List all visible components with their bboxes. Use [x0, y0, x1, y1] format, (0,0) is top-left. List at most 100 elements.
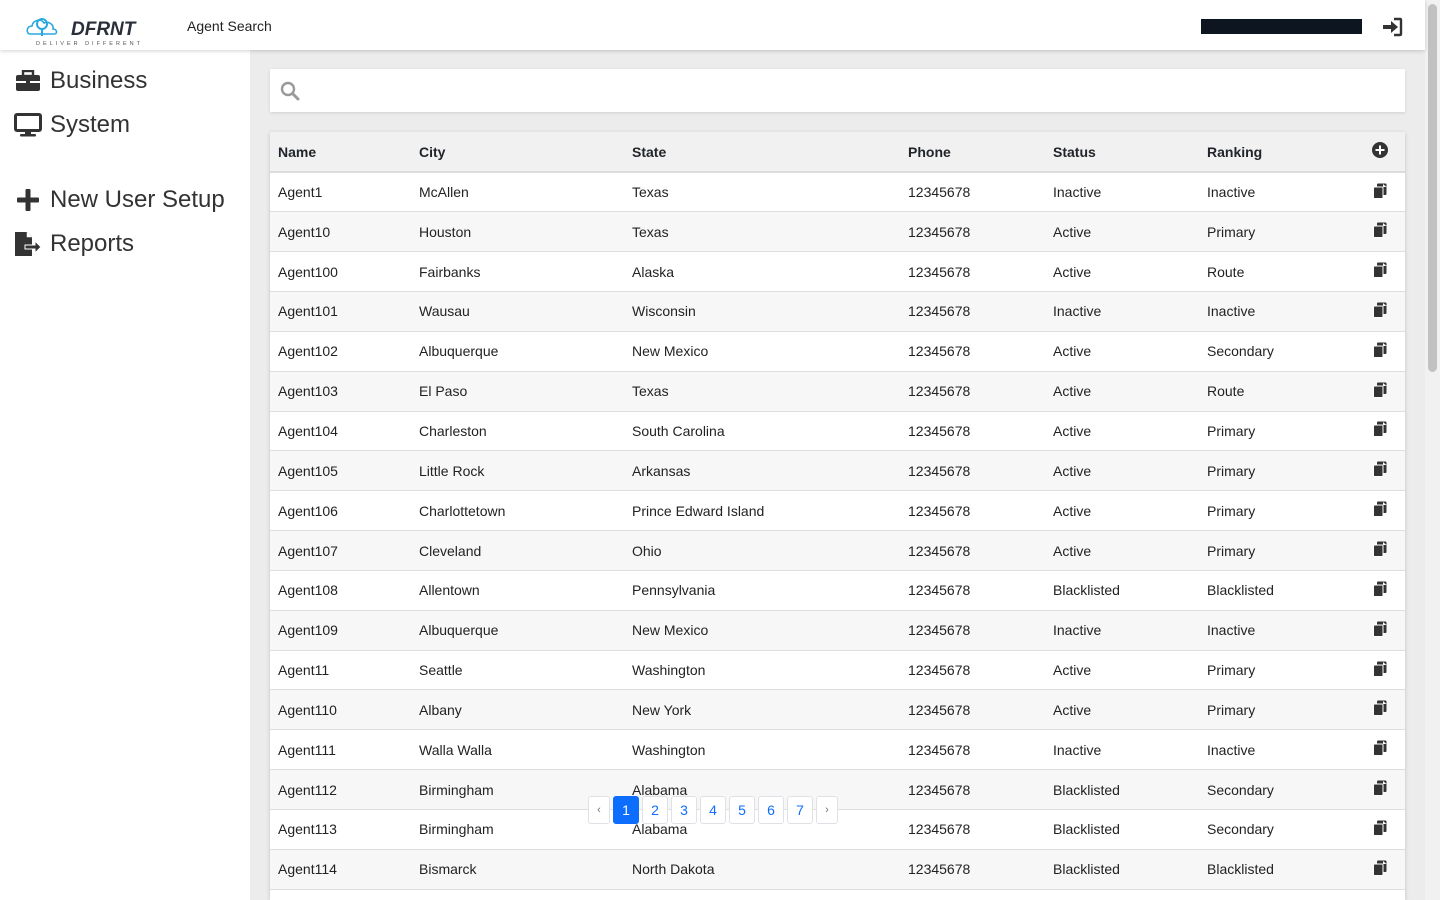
column-header-state[interactable]: State — [624, 132, 900, 173]
dfrnt-logo-icon: DFRNT DELIVER DIFFERENT — [26, 18, 140, 47]
add-agent-button[interactable] — [1372, 142, 1388, 161]
sidebar-item-reports[interactable]: Reports — [14, 230, 134, 258]
table-row[interactable]: Agent109 Albuquerque New Mexico 12345678 Ina… — [270, 610, 1405, 651]
cell-name: Agent100 — [270, 251, 411, 293]
cell-city: El Paso — [411, 371, 624, 412]
table-row[interactable]: Agent102 Albuquerque New Mexico 12345678 Act… — [270, 331, 1405, 372]
cell-ranking: Primary — [1199, 689, 1355, 731]
table-row[interactable]: Agent101 Wausau Wisconsin 12345678 Inactive I… — [270, 291, 1405, 332]
table-row[interactable]: Agent114 Bismarck North Dakota 12345678 Blac… — [270, 849, 1405, 890]
copy-agent-button[interactable] — [1373, 501, 1387, 520]
pagination-page-5[interactable]: 5 — [729, 796, 755, 824]
pagination-prev-button[interactable]: ‹ — [588, 796, 610, 824]
table-row[interactable]: Agent110 Albany New York 12345678 Active Prim… — [270, 689, 1405, 731]
cell-phone: 12345678 — [900, 570, 1045, 611]
column-header-city[interactable]: City — [411, 132, 624, 173]
table-row[interactable]: Agent108 Allentown Pennsylvania 12345678 Bla… — [270, 570, 1405, 611]
logout-button[interactable] — [1381, 16, 1403, 38]
table-row[interactable]: Agent105 Little Rock Arkansas 12345678 Activ… — [270, 450, 1405, 492]
copy-agent-button[interactable] — [1373, 183, 1387, 202]
cell-state: Texas — [624, 371, 900, 412]
copy-agent-button[interactable] — [1373, 780, 1387, 799]
cell-ranking: Route — [1199, 251, 1355, 293]
copy-agent-button[interactable] — [1373, 382, 1387, 401]
table-row[interactable]: Agent104 Charleston South Carolina 12345678… — [270, 411, 1405, 452]
cell-actions — [1355, 610, 1405, 651]
cell-phone: 12345678 — [900, 211, 1045, 253]
cell-actions — [1355, 769, 1405, 810]
cell-state: Alaska — [624, 251, 900, 293]
brand-logo[interactable]: DFRNT DELIVER DIFFERENT — [24, 12, 164, 48]
column-header-name[interactable]: Name — [270, 132, 411, 173]
cell-status: Inactive — [1045, 172, 1199, 213]
cell-name: Agent110 — [270, 689, 411, 731]
sidebar-item-system[interactable]: System — [14, 111, 130, 139]
copy-agent-button[interactable] — [1373, 581, 1387, 600]
cell-name: Agent111 — [270, 729, 411, 771]
brand-name: DFRNT — [71, 19, 137, 40]
pagination-page-1[interactable]: 1 — [613, 796, 639, 824]
copy-agent-button[interactable] — [1373, 860, 1387, 879]
copy-agent-button[interactable] — [1373, 421, 1387, 440]
cell-city: Wausau — [411, 291, 624, 332]
pagination-next-button[interactable]: › — [816, 796, 838, 824]
copy-icon — [1373, 302, 1387, 318]
table-row[interactable]: Agent10 Houston Texas 12345678 Active Primary — [270, 211, 1405, 253]
cell-name: Agent10 — [270, 211, 411, 253]
cell-name: Agent103 — [270, 371, 411, 412]
cell-status: Active — [1045, 530, 1199, 571]
cell-name: Agent106 — [270, 490, 411, 532]
sidebar-item-business[interactable]: Business — [14, 67, 147, 95]
cell-phone: 12345678 — [900, 530, 1045, 571]
user-name-redacted — [1201, 19, 1362, 34]
pagination-page-7[interactable]: 7 — [787, 796, 813, 824]
copy-agent-button[interactable] — [1373, 541, 1387, 560]
column-header-ranking[interactable]: Ranking — [1199, 132, 1355, 173]
copy-agent-button[interactable] — [1373, 700, 1387, 719]
table-row[interactable]: Agent100 Fairbanks Alaska 12345678 Active Rou… — [270, 251, 1405, 293]
cell-status: Active — [1045, 650, 1199, 691]
pagination-page-3[interactable]: 3 — [671, 796, 697, 824]
cell-ranking: Inactive — [1199, 172, 1355, 213]
cell-status: Inactive — [1045, 729, 1199, 771]
table-row[interactable]: Agent103 El Paso Texas 12345678 Active Route — [270, 371, 1405, 412]
scrollbar-thumb[interactable] — [1428, 4, 1437, 372]
copy-agent-button[interactable] — [1373, 661, 1387, 680]
sidebar-item-new-user-setup[interactable]: New User Setup — [14, 186, 225, 214]
cell-status: Inactive — [1045, 610, 1199, 651]
column-header-status[interactable]: Status — [1045, 132, 1199, 173]
column-header-phone[interactable]: Phone — [900, 132, 1045, 173]
copy-agent-button[interactable] — [1373, 621, 1387, 640]
cell-state: Texas — [624, 211, 900, 253]
copy-agent-button[interactable] — [1373, 342, 1387, 361]
pagination-page-4[interactable]: 4 — [700, 796, 726, 824]
copy-icon — [1373, 421, 1387, 438]
copy-agent-button[interactable] — [1373, 222, 1387, 241]
table-row[interactable]: Agent11 Seattle Washington 12345678 Active Pr… — [270, 650, 1405, 691]
copy-icon — [1373, 740, 1387, 757]
page-scrollbar[interactable] — [1425, 0, 1440, 900]
sidebar-item-label: Reports — [50, 230, 135, 257]
table-row[interactable]: Agent107 Cleveland Ohio 12345678 Active Prima… — [270, 530, 1405, 571]
cell-status: Active — [1045, 371, 1199, 412]
cell-phone: 12345678 — [900, 769, 1045, 810]
table-row[interactable]: Agent111 Walla Walla Washington 12345678 Ina… — [270, 729, 1405, 771]
copy-agent-button[interactable] — [1373, 262, 1387, 281]
search-input[interactable] — [310, 69, 1400, 112]
cell-status: Inactive — [1045, 291, 1199, 332]
pagination-page-6[interactable]: 6 — [758, 796, 784, 824]
copy-agent-button[interactable] — [1373, 820, 1387, 839]
copy-agent-button[interactable] — [1373, 461, 1387, 480]
table-row[interactable]: Agent106 Charlottetown Prince Edward Islan… — [270, 490, 1405, 532]
cell-actions — [1355, 570, 1405, 611]
pagination-page-2[interactable]: 2 — [642, 796, 668, 824]
cell-status: Active — [1045, 211, 1199, 253]
cell-status: Blacklisted — [1045, 809, 1199, 850]
copy-agent-button[interactable] — [1373, 302, 1387, 321]
cell-phone: 12345678 — [900, 809, 1045, 850]
copy-agent-button[interactable] — [1373, 740, 1387, 759]
table-body: Agent1 McAllen Texas 12345678 Inactive Inacti… — [270, 172, 1405, 890]
monitor-icon — [14, 111, 42, 139]
table-row[interactable]: Agent1 McAllen Texas 12345678 Inactive Inacti… — [270, 172, 1405, 213]
add-agent-cell — [1355, 132, 1405, 173]
